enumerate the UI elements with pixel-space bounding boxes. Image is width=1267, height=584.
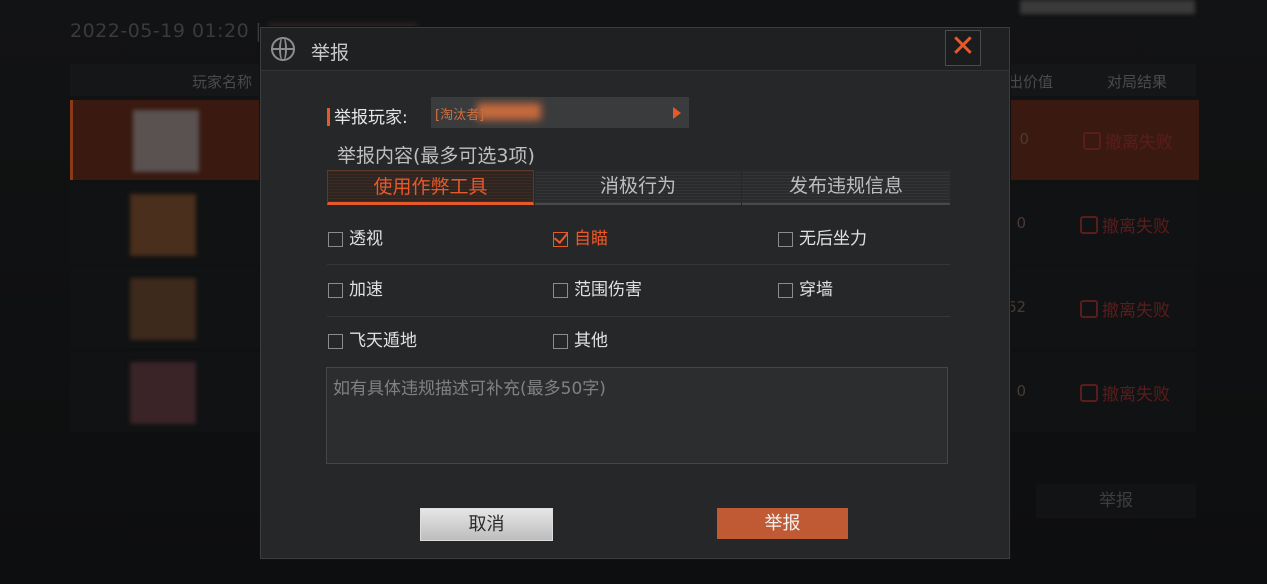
row-result: 撤离失败: [1080, 296, 1170, 321]
checkbox[interactable]: [553, 283, 568, 298]
row-result: 撤离失败: [1080, 380, 1170, 405]
fail-icon: [1080, 300, 1098, 318]
dialog-titlebar: 举报 ✕: [261, 28, 1009, 71]
checkbox[interactable]: [553, 334, 568, 349]
tab-cheating-tools[interactable]: 使用作弊工具: [327, 170, 534, 205]
row-value: 0: [1016, 382, 1026, 400]
report-player-label: 举报玩家:: [327, 103, 408, 128]
row-value: 0: [1019, 130, 1029, 148]
report-dialog: 举报 ✕ 举报玩家: [淘汰者] 举报内容(最多可选3项) 使用作弊工具 消极行…: [260, 27, 1010, 559]
divider: [327, 264, 950, 265]
globe-icon: [271, 37, 295, 61]
tab-violation-info[interactable]: 发布违规信息: [742, 170, 950, 205]
option-speed-hack[interactable]: 加速: [328, 279, 383, 303]
checkbox[interactable]: [328, 232, 343, 247]
tab-negative-behavior[interactable]: 消极行为: [535, 170, 741, 205]
report-content-label: 举报内容(最多可选3项): [337, 145, 535, 167]
close-icon: ✕: [950, 29, 976, 64]
option-no-recoil[interactable]: 无后坐力: [778, 228, 867, 252]
arrow-right-icon: [673, 107, 681, 119]
divider: [327, 316, 950, 317]
category-tabs: 使用作弊工具 消极行为 发布违规信息: [327, 170, 950, 205]
blurred-top-bar: [1020, 0, 1195, 14]
description-input[interactable]: 如有具体违规描述可补充(最多50字): [326, 367, 948, 464]
option-wallhack[interactable]: 透视: [328, 228, 383, 252]
avatar: [130, 194, 196, 256]
checkbox[interactable]: [778, 232, 793, 247]
avatar: [130, 278, 196, 340]
option-area-damage[interactable]: 范围伤害: [553, 279, 642, 303]
checkbox[interactable]: [778, 283, 793, 298]
close-button[interactable]: ✕: [945, 30, 981, 66]
header-result: 对局结果: [1107, 73, 1168, 91]
header-value: 出价值: [1008, 73, 1054, 91]
cancel-button[interactable]: 取消: [420, 508, 553, 541]
option-wall-clip[interactable]: 穿墙: [778, 279, 833, 303]
row-value: 0: [1016, 214, 1026, 232]
background-report-button[interactable]: 举报: [1036, 484, 1196, 518]
option-other[interactable]: 其他: [553, 330, 608, 354]
option-fly-underground[interactable]: 飞天遁地: [328, 330, 417, 354]
checkbox-checked[interactable]: [553, 232, 568, 247]
row-result: 撤离失败: [1083, 128, 1173, 153]
description-placeholder: 如有具体违规描述可补充(最多50字): [333, 379, 606, 399]
fail-icon: [1080, 216, 1098, 234]
report-button[interactable]: 举报: [717, 508, 848, 539]
row-result: 撤离失败: [1080, 212, 1170, 237]
avatar: [130, 362, 196, 424]
player-selector[interactable]: [淘汰者]: [431, 97, 689, 128]
checkbox[interactable]: [328, 334, 343, 349]
option-aimbot[interactable]: 自瞄: [553, 228, 608, 252]
dialog-title: 举报: [311, 42, 350, 64]
fail-icon: [1080, 384, 1098, 402]
avatar: [133, 110, 199, 172]
player-name-redacted: [477, 103, 541, 120]
header-player-name: 玩家名称: [192, 73, 253, 91]
fail-icon: [1083, 132, 1101, 150]
checkbox[interactable]: [328, 283, 343, 298]
